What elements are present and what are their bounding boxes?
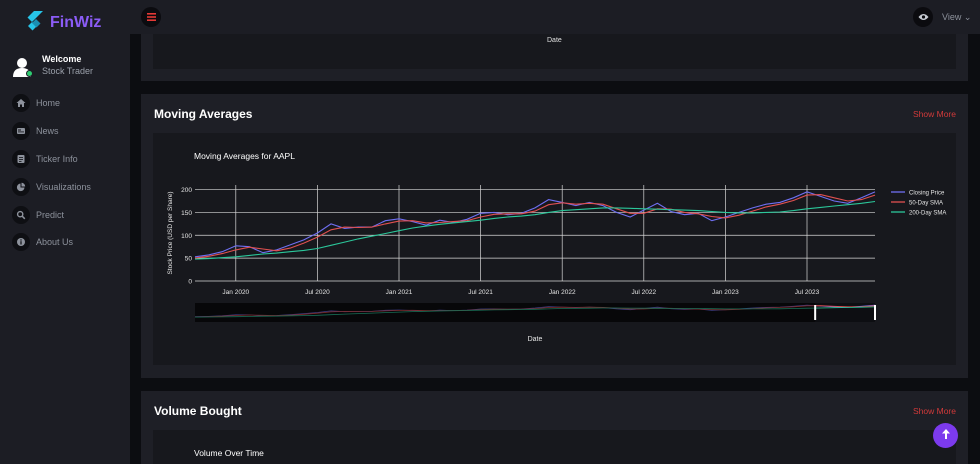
user-role: Stock Trader xyxy=(42,66,94,76)
chart-panel: Moving Averages for AAPL Jan 2020 Jul 202… xyxy=(153,133,956,365)
menu-toggle-button[interactable] xyxy=(141,7,161,27)
x-tick-label: Jan 2022 xyxy=(549,289,576,296)
brand[interactable]: FinWiz xyxy=(24,10,101,36)
user-profile: Welcome Stock Trader xyxy=(12,54,93,78)
x-tick-label: Jan 2023 xyxy=(712,289,739,296)
volume-bought-card: Volume Bought Show More Volume Over Time xyxy=(141,391,968,464)
arrow-up-icon xyxy=(941,427,951,445)
legend-entry: 50-Day SMA xyxy=(909,200,943,206)
x-tick-label: Jul 2020 xyxy=(305,289,330,296)
y-tick-label: 150 xyxy=(181,210,192,217)
search-icon xyxy=(12,205,30,224)
nav-visualizations[interactable]: Visualizations xyxy=(12,177,91,197)
previous-section-card: Date xyxy=(141,34,968,81)
x-tick-label: Jul 2022 xyxy=(632,289,657,296)
news-icon xyxy=(12,121,30,140)
legend-entry: Closing Price xyxy=(909,190,945,196)
series-line-closing-price xyxy=(194,191,876,258)
nav-label: Home xyxy=(36,98,61,108)
nav-news[interactable]: News xyxy=(12,121,91,141)
top-bar: View ⌄ xyxy=(130,0,980,34)
brand-name: FinWiz xyxy=(50,14,102,31)
legend-entry: 200-Day SMA xyxy=(909,210,946,216)
moving-averages-card: Moving Averages Show More Moving Average… xyxy=(141,94,968,378)
finwiz-logo-icon xyxy=(24,10,44,37)
nav-label: Ticker Info xyxy=(36,153,78,164)
nav-ticker-info[interactable]: Ticker Info xyxy=(12,149,91,169)
view-toggle-button[interactable] xyxy=(913,7,933,27)
scroll-to-top-button[interactable] xyxy=(933,423,958,448)
view-label: View xyxy=(942,12,962,22)
x-tick-label: Jul 2021 xyxy=(468,289,493,296)
x-axis-title: Date xyxy=(547,37,562,44)
pie-chart-icon xyxy=(12,177,30,196)
view-dropdown[interactable]: View ⌄ xyxy=(942,12,971,23)
series-line-50-day-sma xyxy=(194,194,876,259)
nav-label: About Us xyxy=(36,237,74,248)
ticker-icon xyxy=(12,149,30,168)
x-tick-label: Jul 2023 xyxy=(795,289,820,296)
user-avatar-icon xyxy=(12,56,34,78)
range-slider-handle-left xyxy=(814,305,817,320)
y-tick-label: 0 xyxy=(188,279,192,286)
x-tick-label: Jan 2021 xyxy=(386,289,413,296)
section-title: Volume Bought xyxy=(154,404,242,418)
nav-label: Visualizations xyxy=(36,181,91,192)
chevron-down-icon: ⌄ xyxy=(963,12,972,22)
series-line-200-day-sma xyxy=(194,200,876,260)
sidebar: FinWiz Welcome Stock Trader Home News Ti… xyxy=(0,0,130,464)
show-more-link[interactable]: Show More xyxy=(913,109,956,119)
previous-chart-panel: Date xyxy=(153,34,956,69)
nav-predict[interactable]: Predict xyxy=(12,205,91,225)
chart-title: Volume Over Time xyxy=(194,448,264,458)
range-slider-handle-right xyxy=(874,305,876,320)
x-axis-title: Date xyxy=(528,336,543,343)
range-slider-mask xyxy=(195,303,816,322)
home-icon xyxy=(12,94,30,112)
show-more-link[interactable]: Show More xyxy=(913,406,956,416)
y-tick-label: 100 xyxy=(181,233,192,240)
info-icon xyxy=(12,233,30,252)
y-tick-label: 200 xyxy=(181,187,192,194)
x-tick-label: Jan 2020 xyxy=(222,289,249,296)
hamburger-icon xyxy=(146,8,156,26)
welcome-text: Welcome xyxy=(42,54,82,64)
section-title: Moving Averages xyxy=(154,107,253,121)
chart-panel: Volume Over Time xyxy=(153,430,956,464)
nav-label: News xyxy=(36,125,59,136)
eye-icon xyxy=(918,8,929,26)
nav-home[interactable]: Home xyxy=(12,93,91,113)
y-axis-title: Stock Price (USD per Share) xyxy=(167,191,174,274)
moving-averages-chart[interactable]: Jan 2020 Jul 2020 Jan 2021 Jul 2021 Jan 2022… xyxy=(153,133,956,365)
y-tick-label: 50 xyxy=(185,256,193,263)
nav-about-us[interactable]: About Us xyxy=(12,232,91,252)
nav-label: Predict xyxy=(36,209,65,220)
sidebar-nav: Home News Ticker Info Visualizations Pre… xyxy=(12,93,91,260)
